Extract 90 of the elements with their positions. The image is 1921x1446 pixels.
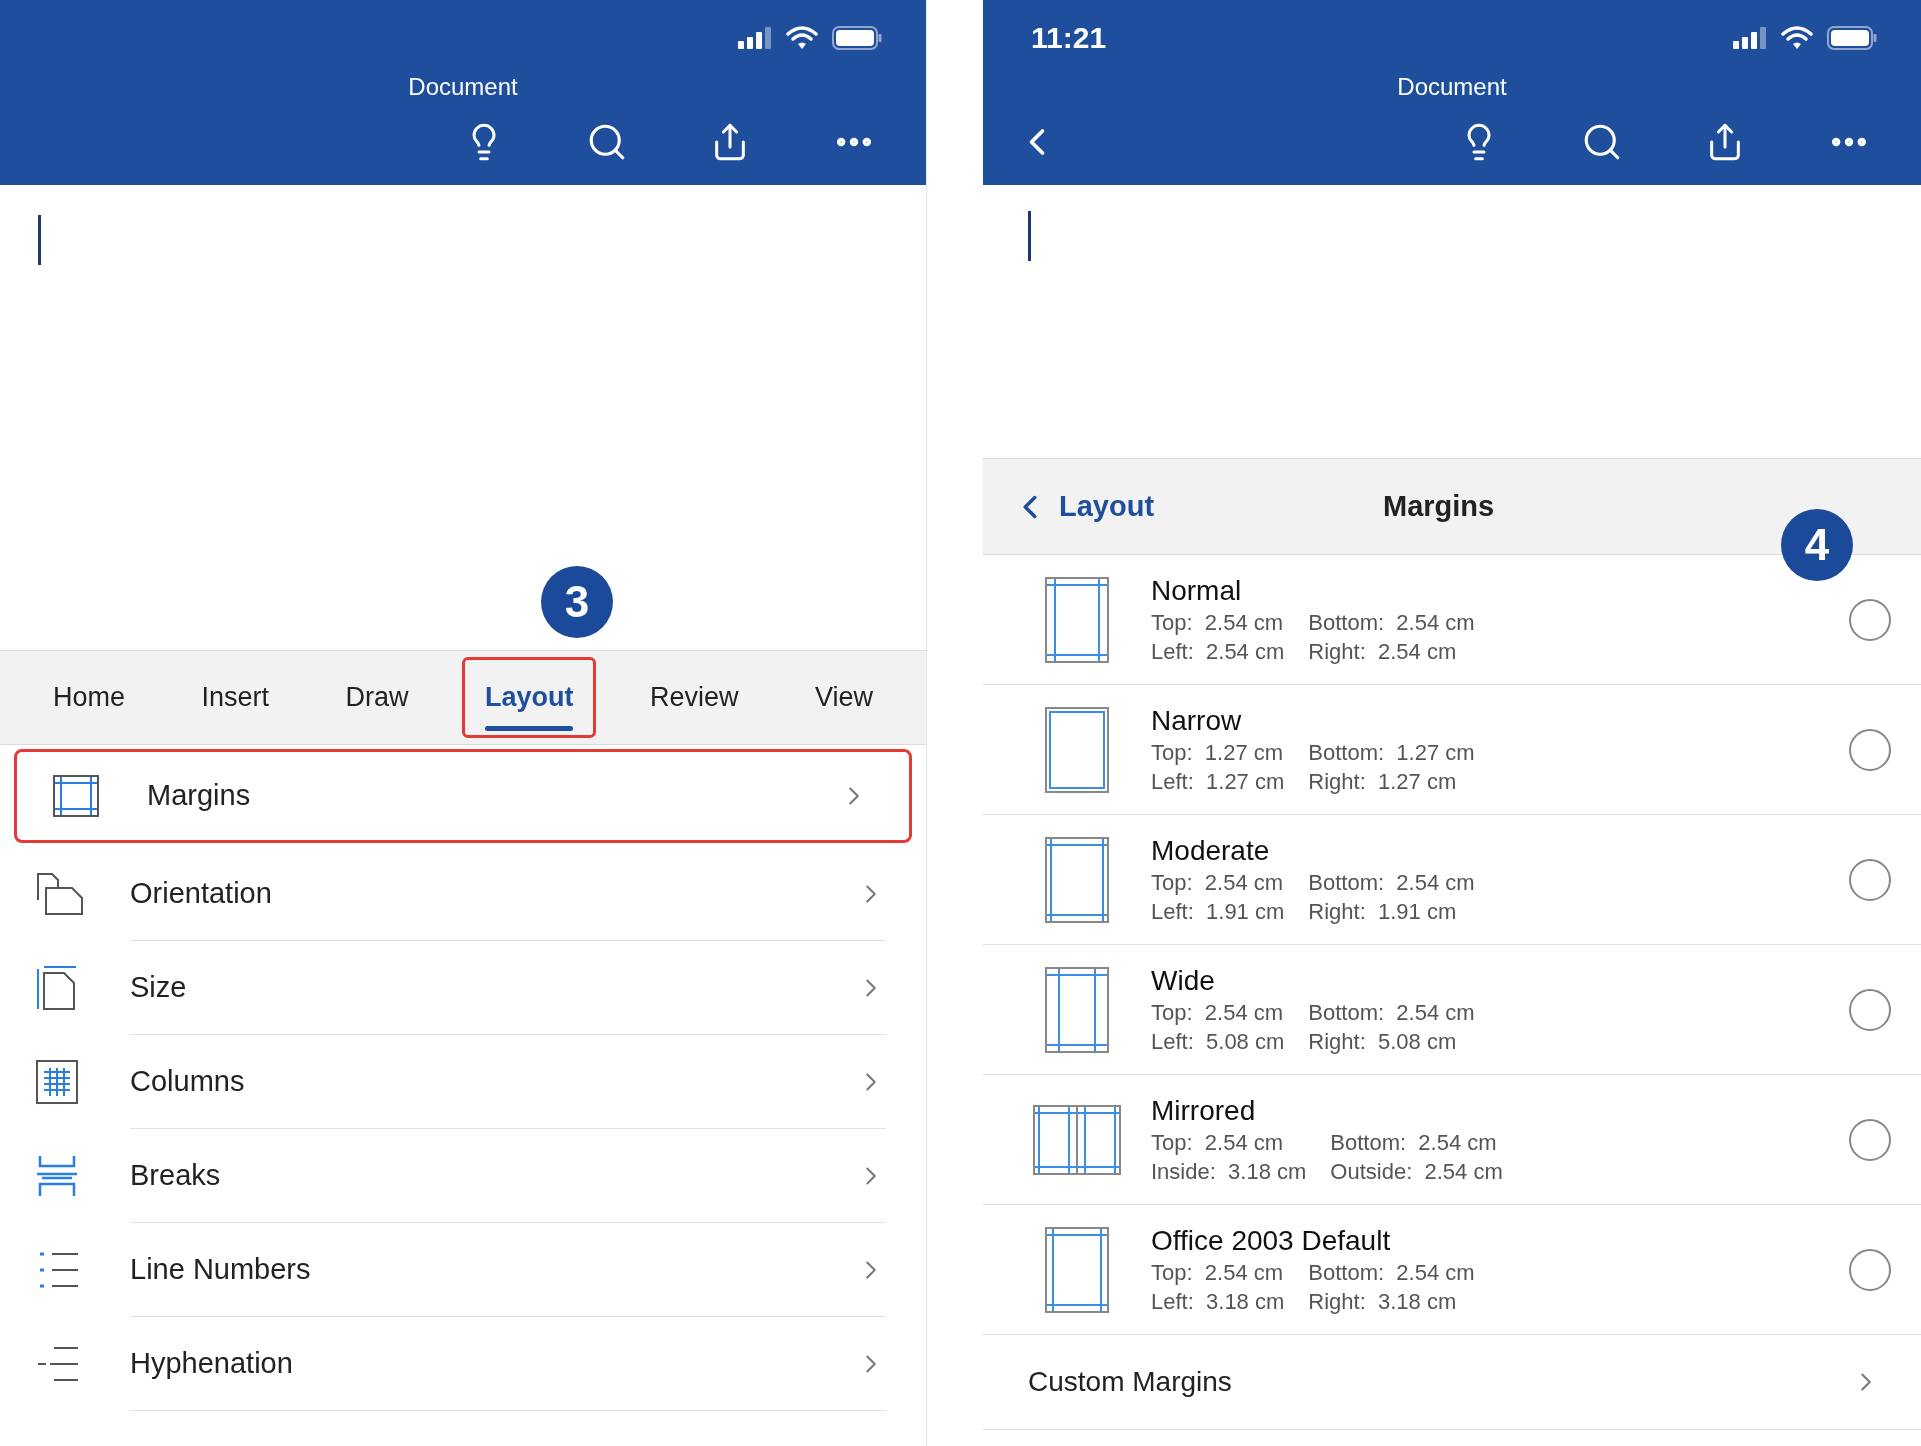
margin-value: Bottom: 2.54 cm bbox=[1308, 1258, 1475, 1287]
ribbon-tab[interactable]: Layout bbox=[461, 657, 597, 738]
ribbon-tab[interactable]: Draw bbox=[322, 657, 432, 738]
margin-value: Bottom: 1.27 cm bbox=[1308, 738, 1475, 767]
ribbon-tab[interactable]: Home bbox=[30, 657, 149, 738]
step-badge: 3 bbox=[541, 566, 613, 638]
menu-item-label: Breaks bbox=[130, 1157, 221, 1193]
menu-item-label: Orientation bbox=[130, 875, 272, 911]
margin-value: Top: 2.54 cm bbox=[1151, 1258, 1285, 1287]
menu-item[interactable]: Columns bbox=[0, 1035, 926, 1129]
margin-value: Left: 1.91 cm bbox=[1151, 897, 1285, 926]
margin-value: Left: 2.54 cm bbox=[1151, 637, 1285, 666]
radio-button[interactable] bbox=[1849, 1248, 1891, 1291]
ribbon-tab[interactable]: View bbox=[791, 657, 896, 738]
option-name: Mirrored bbox=[1151, 1093, 1257, 1128]
margin-value: Top: 1.27 cm bbox=[1151, 738, 1285, 767]
menu-item-label: Line Numbers bbox=[130, 1251, 311, 1287]
battery-icon bbox=[832, 25, 882, 50]
option-name: Normal bbox=[1151, 573, 1243, 608]
menu-item-label: Columns bbox=[130, 1063, 245, 1099]
margin-option[interactable]: Moderate Top: 2.54 cm Bottom: 2.54 cm Left: 1.91 cm Right: 1.91 cm bbox=[983, 815, 1921, 945]
pages-icon bbox=[36, 872, 84, 916]
menu-item[interactable]: Hyphenation bbox=[0, 1317, 926, 1411]
option-name: Moderate bbox=[1151, 833, 1271, 868]
page-margins-icon bbox=[1045, 1226, 1109, 1313]
page-margins-icon bbox=[1045, 836, 1109, 923]
page-margins-icon bbox=[53, 775, 99, 817]
signal-icon bbox=[1733, 26, 1767, 49]
margin-value: Top: 2.54 cm bbox=[1151, 1128, 1285, 1157]
margin-option[interactable]: Narrow Top: 1.27 cm Bottom: 1.27 cm Left: 1.27 cm Right: 1.27 cm bbox=[983, 685, 1921, 815]
margin-value: Outside: 2.54 cm bbox=[1330, 1157, 1503, 1186]
text-cursor bbox=[38, 215, 41, 265]
margin-value: Bottom: 2.54 cm bbox=[1308, 608, 1475, 637]
option-name: Narrow bbox=[1151, 703, 1243, 738]
margin-value: Top: 2.54 cm bbox=[1151, 998, 1285, 1027]
page-size-icon bbox=[36, 965, 78, 1011]
margin-option[interactable]: Mirrored Top: 2.54 cm Bottom: 2.54 cm Inside: 3.18 cm Outside: 2.54 cm bbox=[983, 1075, 1921, 1205]
menu-item[interactable]: Breaks bbox=[0, 1129, 926, 1223]
panel-title: Margins bbox=[1383, 488, 1495, 524]
document-title: Document bbox=[408, 75, 518, 99]
option-name: Office 2003 Default bbox=[1151, 1223, 1392, 1258]
menu-item-label: Margins bbox=[147, 778, 251, 814]
battery-icon bbox=[1827, 25, 1877, 50]
margin-value: Top: 2.54 cm bbox=[1151, 868, 1285, 897]
margin-value: Bottom: 2.54 cm bbox=[1308, 998, 1475, 1027]
custom-margins-label: Custom Margins bbox=[1028, 1365, 1232, 1399]
margin-value: Bottom: 2.54 cm bbox=[1330, 1128, 1498, 1157]
step-badge: 4 bbox=[1781, 509, 1853, 581]
status-time: 11:21 bbox=[1031, 20, 1107, 56]
margin-option[interactable]: Wide Top: 2.54 cm Bottom: 2.54 cm Left: 5.08 cm Right: 5.08 cm bbox=[983, 945, 1921, 1075]
page-break-icon bbox=[36, 1154, 78, 1198]
margin-value: Right: 1.27 cm bbox=[1308, 767, 1458, 796]
radio-button[interactable] bbox=[1849, 988, 1891, 1031]
radio-button[interactable] bbox=[1849, 858, 1891, 901]
page-margins-icon bbox=[1045, 576, 1109, 663]
margin-value: Bottom: 2.54 cm bbox=[1308, 868, 1475, 897]
margin-value: Right: 3.18 cm bbox=[1308, 1287, 1458, 1316]
wifi-icon bbox=[786, 25, 818, 50]
menu-item[interactable]: Orientation bbox=[0, 847, 926, 941]
margin-value: Left: 1.27 cm bbox=[1151, 767, 1285, 796]
text-cursor bbox=[1028, 211, 1031, 261]
margin-value: Right: 2.54 cm bbox=[1308, 637, 1458, 666]
back-link[interactable]: Layout bbox=[1011, 484, 1155, 529]
page-margins-icon bbox=[1045, 706, 1109, 793]
menu-item[interactable]: Size bbox=[0, 941, 926, 1035]
ribbon-tab[interactable]: Insert bbox=[178, 657, 292, 738]
menu-item[interactable]: Margins bbox=[14, 749, 912, 843]
menu-item-label: Size bbox=[130, 969, 187, 1005]
margin-option[interactable]: Office 2003 Default Top: 2.54 cm Bottom: 2.54 cm Left: 3.18 cm Right: 3.18 cm bbox=[983, 1205, 1921, 1335]
radio-button[interactable] bbox=[1849, 728, 1891, 771]
signal-icon bbox=[738, 26, 772, 49]
document-title: Document bbox=[1397, 75, 1507, 99]
radio-button[interactable] bbox=[1849, 1118, 1891, 1161]
columns-icon bbox=[36, 1060, 78, 1104]
page-margins-icon bbox=[1045, 966, 1109, 1053]
margin-value: Left: 5.08 cm bbox=[1151, 1027, 1285, 1056]
option-name: Wide bbox=[1151, 963, 1216, 998]
hyphenation-icon bbox=[36, 1344, 80, 1384]
margin-value: Inside: 3.18 cm bbox=[1151, 1157, 1307, 1186]
custom-margins-item[interactable]: Custom Margins bbox=[983, 1335, 1921, 1430]
margin-value: Left: 3.18 cm bbox=[1151, 1287, 1285, 1316]
menu-item[interactable]: Line Numbers bbox=[0, 1223, 926, 1317]
radio-button[interactable] bbox=[1849, 598, 1891, 641]
margin-value: Right: 1.91 cm bbox=[1308, 897, 1458, 926]
margin-value: Top: 2.54 cm bbox=[1151, 608, 1285, 637]
margin-value: Right: 5.08 cm bbox=[1308, 1027, 1458, 1056]
ribbon-tab[interactable]: Review bbox=[626, 657, 762, 738]
wifi-icon bbox=[1781, 25, 1813, 50]
menu-item-label: Hyphenation bbox=[130, 1345, 293, 1381]
mirrored-pages-icon bbox=[1033, 1104, 1121, 1175]
